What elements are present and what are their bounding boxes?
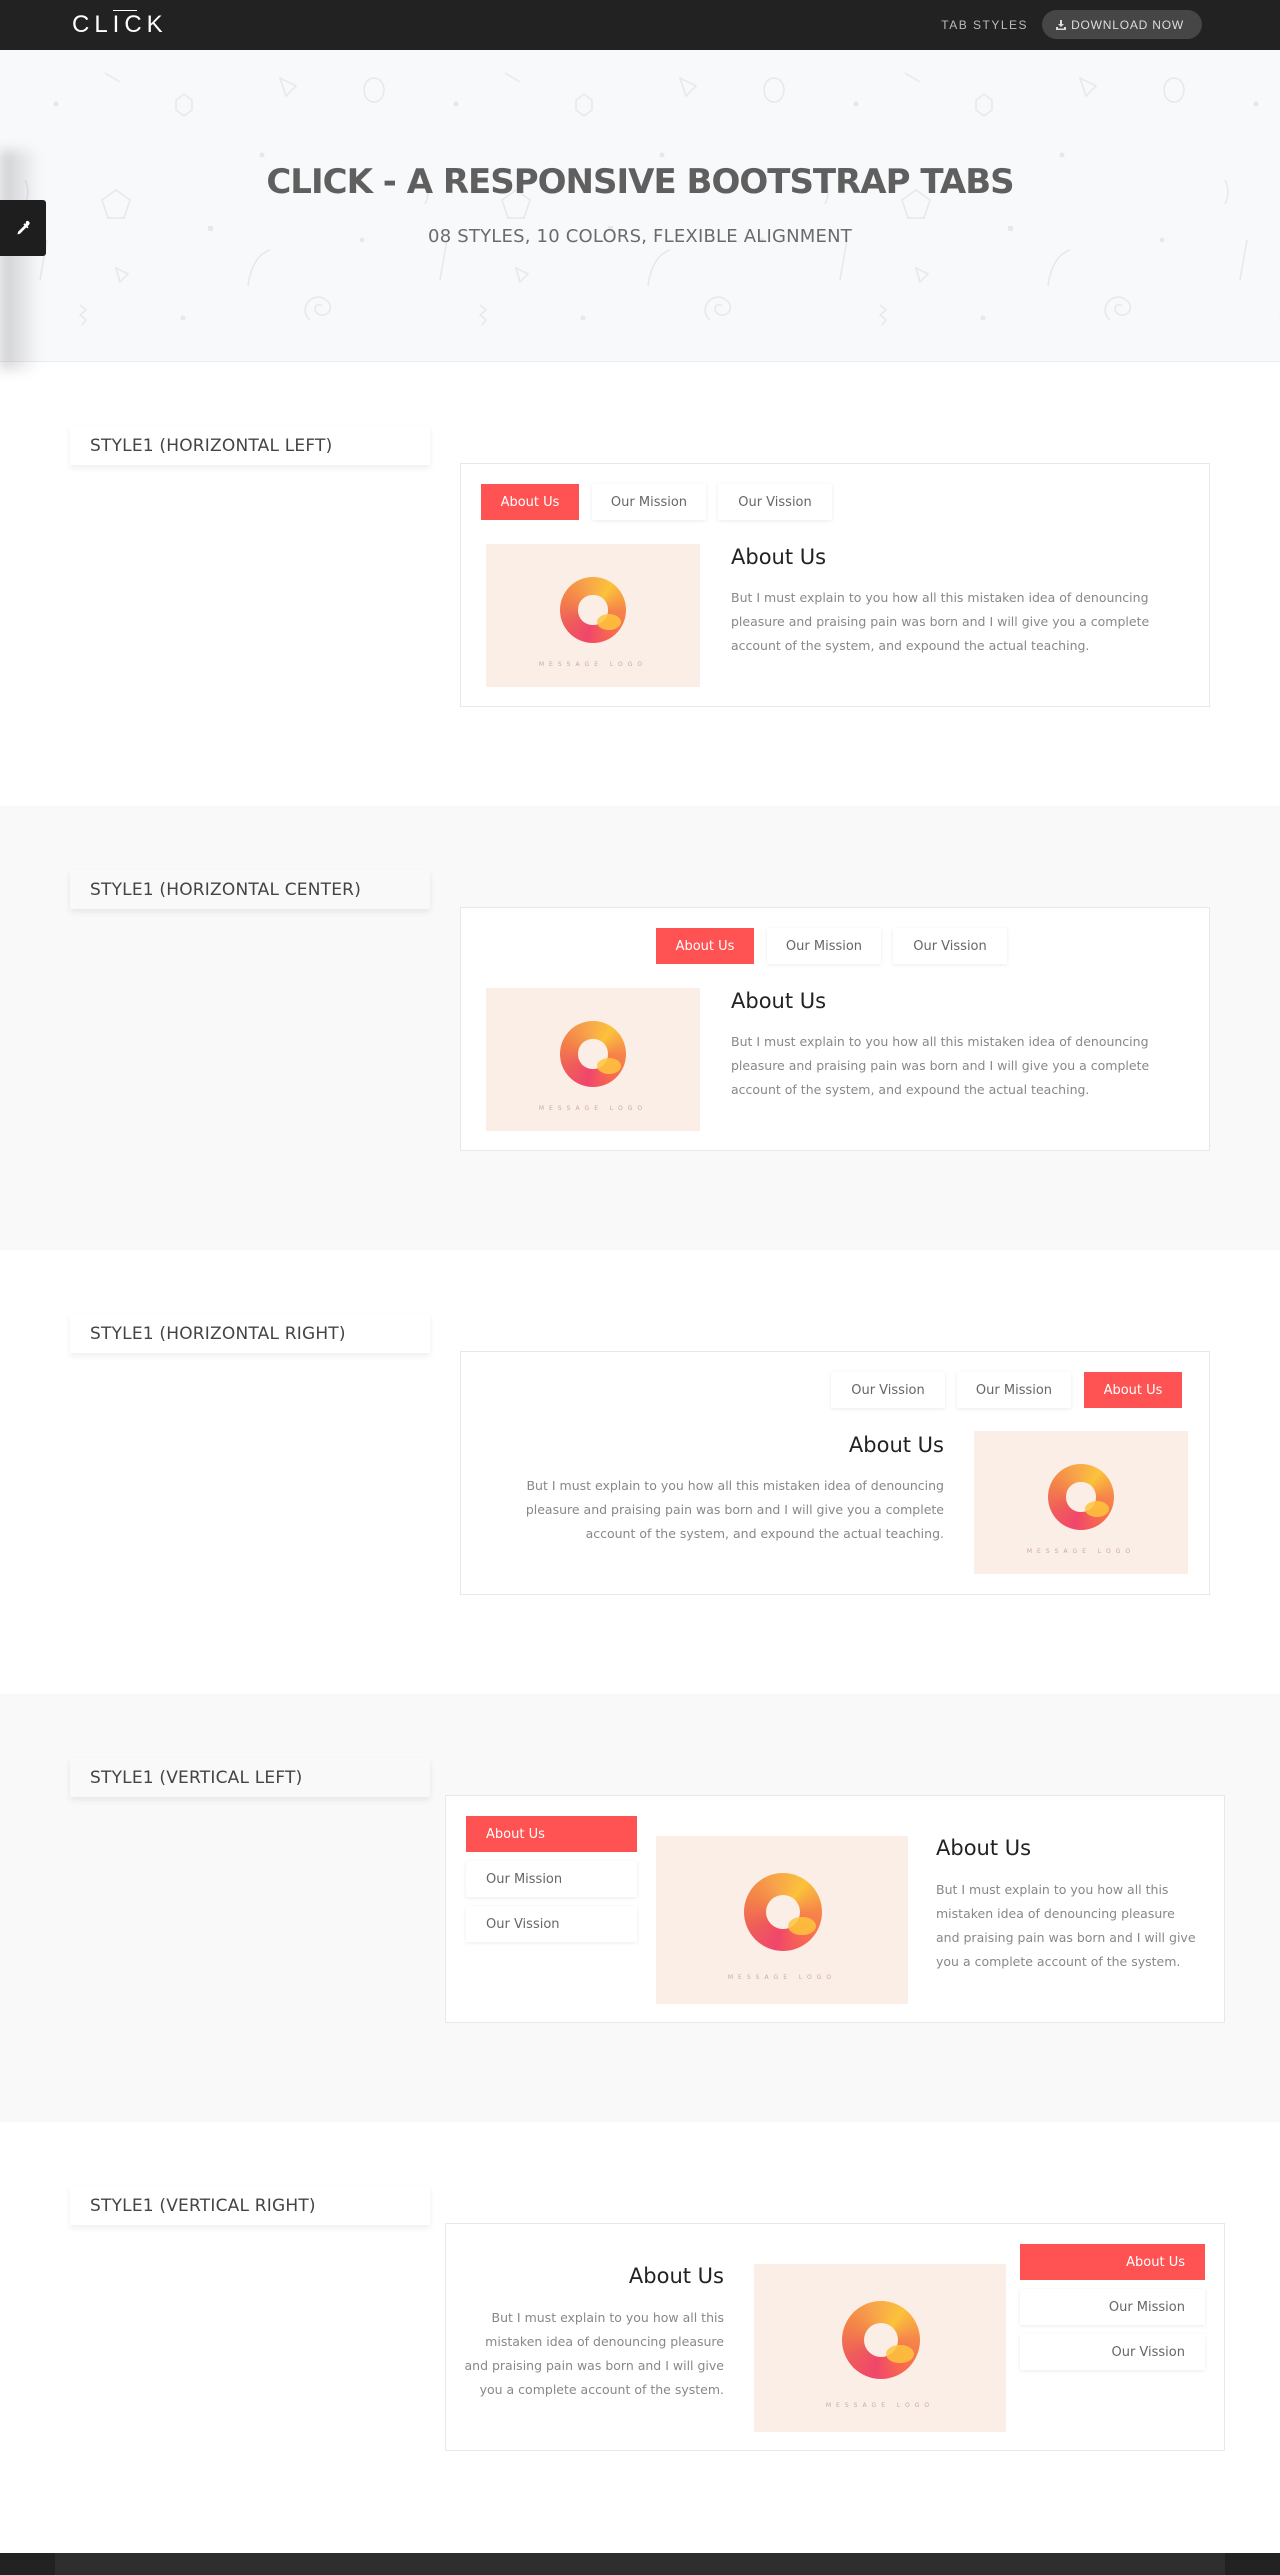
color-switcher-shadow xyxy=(0,150,40,370)
hero-background-pattern xyxy=(24,72,1280,326)
tab-our-mission[interactable]: Our Mission xyxy=(767,928,881,964)
tab-about-us[interactable]: About Us xyxy=(1084,1372,1182,1408)
tab-panel: About Us Our Mission Our Vission MESSAGE… xyxy=(460,907,1210,1151)
tab-our-vision[interactable]: Our Vission xyxy=(831,1372,945,1408)
content-image: MESSAGE LOGO xyxy=(486,988,700,1131)
style-label: STYLE1 (VERTICAL LEFT) xyxy=(70,1758,430,1797)
section-vertical-right: STYLE1 (VERTICAL RIGHT) About Us Our Mis… xyxy=(0,2122,1280,2553)
tab-about-us[interactable]: About Us xyxy=(466,1816,637,1852)
thumb-caption: MESSAGE LOGO xyxy=(727,1974,837,1981)
message-logo-graphic xyxy=(744,1873,822,1951)
tab-panel: Our Vission Our Mission About Us MESSAGE… xyxy=(460,1351,1210,1595)
content-image: MESSAGE LOGO xyxy=(486,544,700,687)
tab-panel: About Us Our Mission Our Vission MESSAGE… xyxy=(445,1795,1225,2023)
message-logo-graphic xyxy=(842,2301,920,2379)
content-image: MESSAGE LOGO xyxy=(754,2264,1006,2432)
tab-about-us[interactable]: About Us xyxy=(481,484,579,520)
content-title: About Us xyxy=(731,545,827,569)
content-text: But I must explain to you how all this m… xyxy=(731,590,1150,653)
hero-title: CLICK - A RESPONSIVE BOOTSTRAP TABS xyxy=(266,162,1014,202)
tab-our-mission[interactable]: Our Mission xyxy=(592,484,706,520)
eyedropper-icon xyxy=(17,220,30,235)
top-nav: TAB STYLES DOWNLOAD NOW xyxy=(941,10,1202,39)
content-image: MESSAGE LOGO xyxy=(656,1836,908,2004)
logo[interactable]: CLICK xyxy=(72,10,168,38)
logo-text: CLICK xyxy=(72,11,168,38)
section-horizontal-left: STYLE1 (HORIZONTAL LEFT) About Us Our Mi… xyxy=(0,362,1280,806)
content-text: But I must explain to you how all this m… xyxy=(731,1034,1150,1097)
content-title: About Us xyxy=(936,1836,1032,1860)
content-title: About Us xyxy=(848,1433,944,1457)
tab-our-vision[interactable]: Our Vission xyxy=(893,928,1007,964)
tab-about-us[interactable]: About Us xyxy=(1020,2244,1205,2280)
style-label: STYLE1 (HORIZONTAL CENTER) xyxy=(70,870,430,909)
style-label: STYLE1 (HORIZONTAL LEFT) xyxy=(70,426,430,465)
tab-our-mission[interactable]: Our Mission xyxy=(1020,2289,1205,2325)
thumb-caption: MESSAGE LOGO xyxy=(538,1105,648,1112)
style-label: STYLE1 (HORIZONTAL RIGHT) xyxy=(70,1314,430,1353)
color-switcher-toggle[interactable] xyxy=(0,200,46,256)
content-title: About Us xyxy=(731,989,827,1013)
section-horizontal-center: STYLE1 (HORIZONTAL CENTER) About Us Our … xyxy=(0,806,1280,1250)
thumb-caption: MESSAGE LOGO xyxy=(1026,1548,1136,1555)
message-logo-graphic xyxy=(560,577,626,643)
content-text: But I must explain to you how all this m… xyxy=(525,1478,944,1541)
hero-banner: CLICK - A RESPONSIVE BOOTSTRAP TABS 08 S… xyxy=(0,50,1280,362)
site-footer xyxy=(0,2553,1280,2575)
content-text: But I must explain to you how all this m… xyxy=(464,2310,724,2397)
section-vertical-left: STYLE1 (VERTICAL LEFT) About Us Our Miss… xyxy=(0,1694,1280,2122)
thumb-caption: MESSAGE LOGO xyxy=(538,661,648,668)
tab-our-mission[interactable]: Our Mission xyxy=(957,1372,1071,1408)
footer-inner xyxy=(55,2553,1225,2575)
tab-our-mission[interactable]: Our Mission xyxy=(466,1861,637,1897)
content-image: MESSAGE LOGO xyxy=(974,1431,1188,1574)
message-logo-graphic xyxy=(1048,1464,1114,1530)
section-horizontal-right: STYLE1 (HORIZONTAL RIGHT) Our Vission Ou… xyxy=(0,1250,1280,1694)
site-header: CLICK TAB STYLES DOWNLOAD NOW xyxy=(0,0,1280,50)
tab-panel: About Us Our Mission Our Vission MESSAGE… xyxy=(460,463,1210,707)
content-text: But I must explain to you how all this m… xyxy=(936,1882,1196,1969)
style-label: STYLE1 (VERTICAL RIGHT) xyxy=(70,2186,430,2225)
content-title: About Us xyxy=(628,2264,724,2288)
nav-link-tab-styles[interactable]: TAB STYLES xyxy=(941,18,1028,32)
tab-about-us[interactable]: About Us xyxy=(656,928,754,964)
logo-overline xyxy=(113,10,137,11)
tab-our-vision[interactable]: Our Vission xyxy=(718,484,832,520)
thumb-caption: MESSAGE LOGO xyxy=(825,2402,935,2409)
download-now-button[interactable]: DOWNLOAD NOW xyxy=(1042,10,1202,39)
tab-panel: About Us Our Mission Our Vission MESSAGE… xyxy=(445,2223,1225,2451)
message-logo-graphic xyxy=(560,1021,626,1087)
tab-our-vision[interactable]: Our Vission xyxy=(466,1906,637,1942)
hero-subtitle: 08 STYLES, 10 COLORS, FLEXIBLE ALIGNMENT xyxy=(428,226,852,247)
download-label: DOWNLOAD NOW xyxy=(1071,17,1184,32)
download-icon xyxy=(1056,19,1067,30)
tab-our-vision[interactable]: Our Vission xyxy=(1020,2334,1205,2370)
